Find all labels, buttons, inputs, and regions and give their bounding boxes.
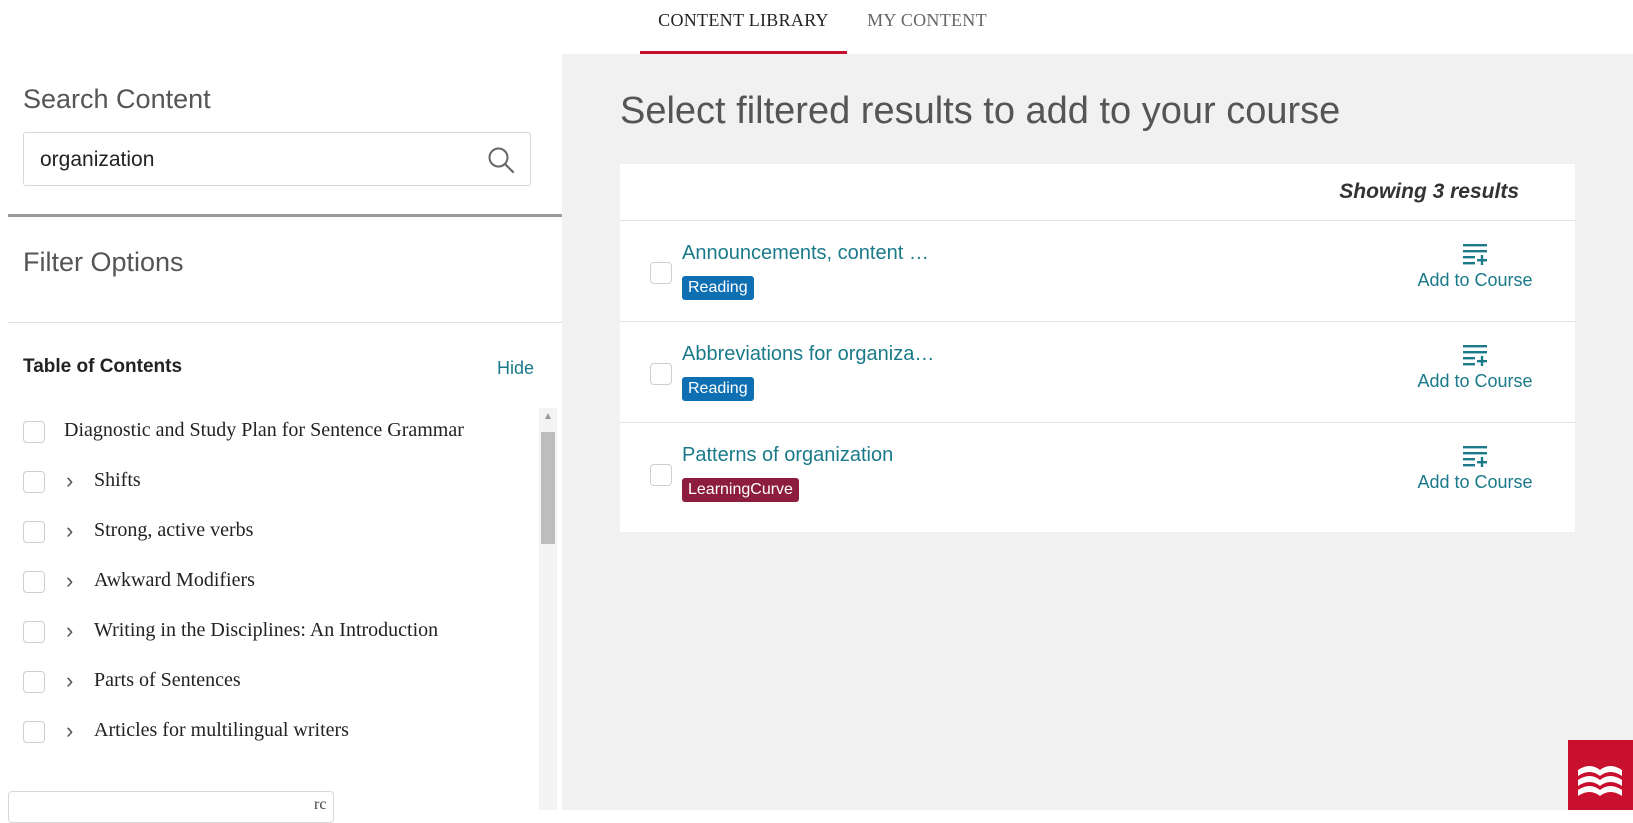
- toc-item-checkbox[interactable]: [23, 521, 45, 543]
- toc-item-label: Parts of Sentences: [94, 669, 241, 691]
- toc-item-checkbox[interactable]: [23, 471, 45, 493]
- results-list: Showing 3 results Announcements, content…: [620, 164, 1575, 532]
- toc-item-label: Writing in the Disciplines: An Introduct…: [94, 619, 439, 641]
- add-to-course-label: Add to Course: [1417, 472, 1533, 492]
- toc-item-label: Strong, active verbs: [94, 519, 254, 541]
- toc-item-checkbox[interactable]: [23, 421, 45, 443]
- playlist-add-icon: [1463, 446, 1487, 467]
- result-row: Patterns of organization LearningCurve A…: [620, 422, 1575, 524]
- toc-item: › Strong, active verbs: [0, 512, 540, 552]
- toc-item-label: Diagnostic and Study Plan for Sentence G…: [64, 419, 464, 441]
- toc-item: › Articles for multilingual writers: [0, 712, 540, 752]
- toc-item-label: Shifts: [94, 469, 141, 491]
- toc-scrollbar[interactable]: ▲: [539, 408, 557, 810]
- result-checkbox[interactable]: [650, 464, 672, 486]
- chevron-right-icon[interactable]: ›: [66, 620, 82, 642]
- results-count: Showing 3 results: [1339, 180, 1519, 203]
- toc-item: › Writing in the Disciplines: An Introdu…: [0, 612, 540, 652]
- toc-item-checkbox[interactable]: [23, 571, 45, 593]
- results-header: Showing 3 results: [620, 164, 1575, 221]
- result-title-link[interactable]: Abbreviations for organiza…: [682, 343, 934, 366]
- toc-item-label: Awkward Modifiers: [94, 569, 255, 591]
- tab-content-library[interactable]: CONTENT LIBRARY: [640, 0, 847, 54]
- toc-item-checkbox[interactable]: [23, 671, 45, 693]
- toc-hide-link[interactable]: Hide: [497, 358, 534, 379]
- tab-my-content[interactable]: MY CONTENT: [847, 0, 1007, 54]
- toc-item-checkbox[interactable]: [23, 721, 45, 743]
- filter-sidebar: Search Content Filter Options Table of C…: [0, 54, 563, 810]
- toc-item-checkbox[interactable]: [23, 621, 45, 643]
- add-to-course-button[interactable]: Add to Course: [1410, 242, 1540, 302]
- chevron-right-icon[interactable]: ›: [66, 570, 82, 592]
- scroll-up-arrow-icon[interactable]: ▲: [539, 408, 557, 426]
- search-icon[interactable]: [486, 145, 516, 175]
- toc-item: › Parts of Sentences: [0, 662, 540, 702]
- chevron-right-icon[interactable]: ›: [66, 520, 82, 542]
- search-input[interactable]: [38, 143, 462, 177]
- result-checkbox[interactable]: [650, 363, 672, 385]
- playlist-add-icon: [1463, 345, 1487, 366]
- toc-heading: Table of Contents: [23, 356, 183, 377]
- results-panel: Select filtered results to add to your c…: [562, 54, 1633, 810]
- add-to-course-label: Add to Course: [1417, 270, 1533, 290]
- toc-item: Diagnostic and Study Plan for Sentence G…: [0, 412, 540, 452]
- macmillan-logo-icon: [1578, 766, 1622, 796]
- toc-item: › Awkward Modifiers: [0, 562, 540, 602]
- search-box: [23, 132, 531, 186]
- result-checkbox[interactable]: [650, 262, 672, 284]
- reading-badge: Reading: [682, 276, 754, 300]
- add-to-course-label: Add to Course: [1417, 371, 1533, 391]
- bottom-popup: [8, 791, 334, 823]
- scrollbar-thumb[interactable]: [541, 432, 555, 544]
- result-row: Announcements, content … Reading Add to …: [620, 220, 1575, 322]
- result-title-link[interactable]: Patterns of organization: [682, 444, 893, 467]
- top-tab-bar: CONTENT LIBRARY MY CONTENT: [0, 0, 1633, 55]
- result-row: Abbreviations for organiza… Reading Add …: [620, 321, 1575, 423]
- chevron-right-icon[interactable]: ›: [66, 720, 82, 742]
- section-divider: [8, 214, 562, 217]
- chevron-right-icon[interactable]: ›: [66, 670, 82, 692]
- learningcurve-badge: LearningCurve: [682, 478, 799, 502]
- section-divider: [8, 322, 562, 323]
- toc-item: › Shifts: [0, 462, 540, 502]
- add-to-course-button[interactable]: Add to Course: [1410, 343, 1540, 403]
- page-title: Select filtered results to add to your c…: [620, 90, 1341, 132]
- reading-badge: Reading: [682, 377, 754, 401]
- filter-options-heading: Filter Options: [23, 247, 184, 277]
- result-title-link[interactable]: Announcements, content …: [682, 242, 929, 265]
- search-label: Search Content: [23, 84, 211, 114]
- publisher-logo: [1568, 740, 1633, 810]
- add-to-course-button[interactable]: Add to Course: [1410, 444, 1540, 504]
- toc-partial-text: rc: [314, 796, 327, 813]
- chevron-right-icon[interactable]: ›: [66, 470, 82, 492]
- playlist-add-icon: [1463, 244, 1487, 265]
- toc-item-label: Articles for multilingual writers: [94, 719, 349, 741]
